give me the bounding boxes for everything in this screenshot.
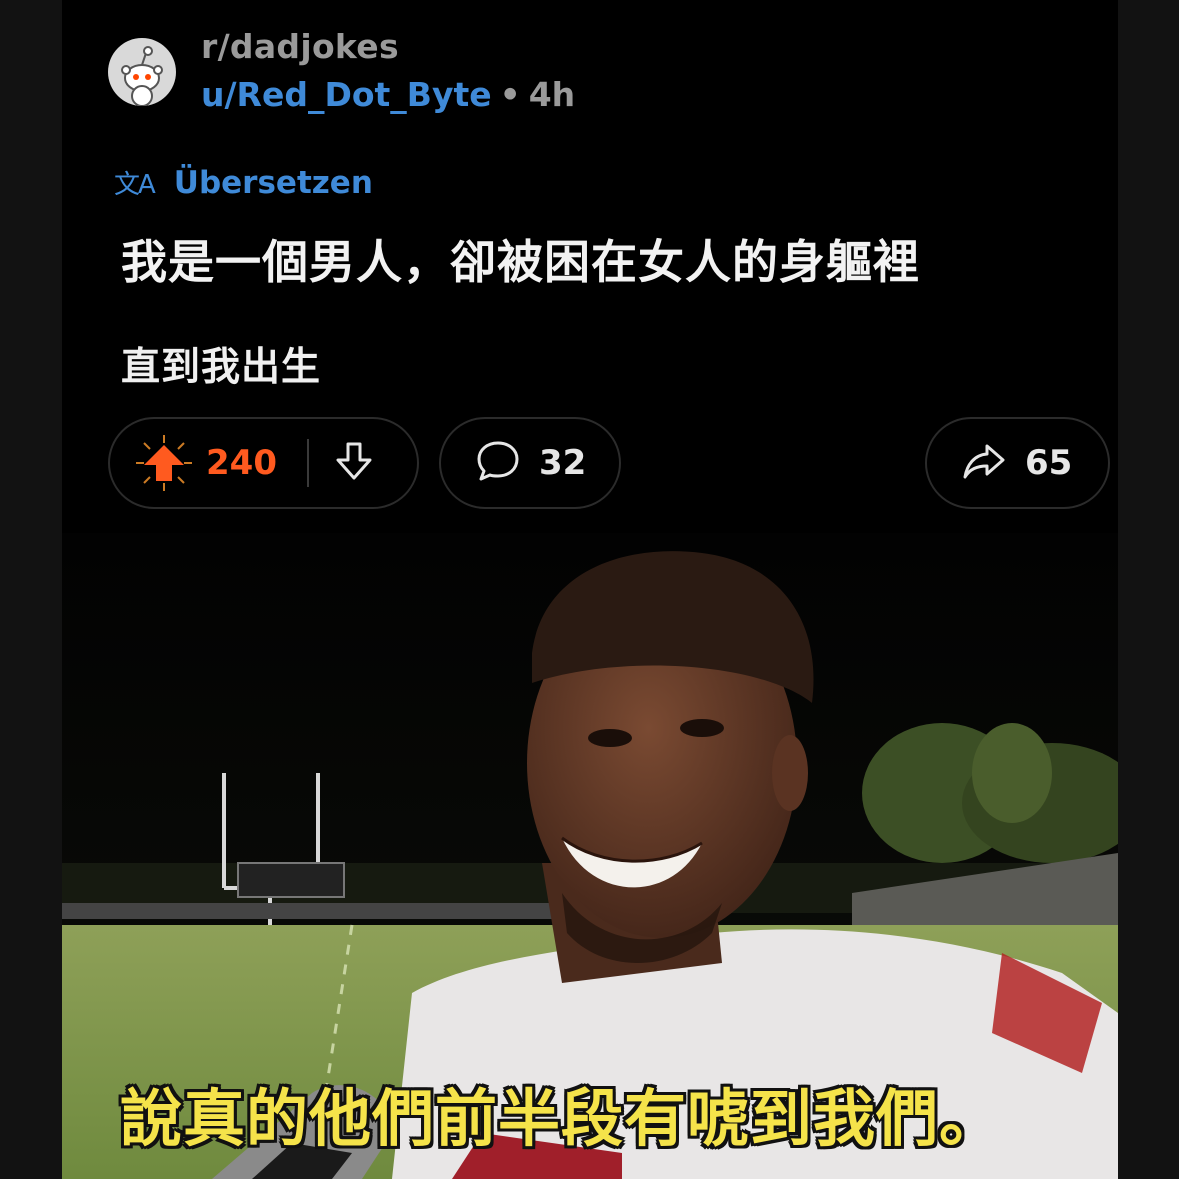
comment-count: 32 (539, 443, 587, 483)
post-body: 直到我出生 (121, 345, 322, 390)
user-avatar[interactable] (108, 38, 176, 106)
downvote-arrow-icon (336, 442, 372, 480)
post-header: r/dadjokes u/Red_Dot_Byte • 4h (108, 28, 575, 114)
post-age: 4h (528, 75, 576, 114)
translate-icon: 文A (114, 170, 156, 200)
author-link[interactable]: u/Red_Dot_Byte (201, 75, 492, 114)
snoo-avatar-icon (121, 46, 163, 106)
post-image[interactable]: 說真的他們前半段有唬到我們。 (62, 533, 1118, 1179)
upvote-arrow-icon (136, 435, 192, 491)
share-arrow-icon (963, 444, 1005, 479)
vote-bar: 240 (108, 417, 419, 509)
post-card: r/dadjokes u/Red_Dot_Byte • 4h 文A Übersetz… (62, 0, 1118, 1179)
translate-label: Übersetzen (173, 164, 373, 201)
video-subtitle: 說真的他們前半段有唬到我們。 (120, 1082, 1003, 1155)
meta-separator: • (499, 75, 521, 114)
translate-button[interactable]: 文A Übersetzen (114, 164, 373, 201)
comment-icon-wrap (475, 438, 521, 488)
share-button[interactable]: 65 (925, 417, 1110, 509)
comment-bubble-icon (477, 441, 519, 481)
share-count: 65 (1025, 443, 1073, 483)
upvote-count: 240 (206, 443, 277, 483)
upvote-button[interactable] (134, 433, 194, 493)
downvote-button[interactable] (331, 438, 377, 488)
post-meta: r/dadjokes u/Red_Dot_Byte • 4h (201, 28, 575, 114)
author-line: u/Red_Dot_Byte • 4h (201, 76, 575, 114)
share-icon-wrap (961, 438, 1007, 488)
comments-button[interactable]: 32 (439, 417, 621, 509)
post-title: 我是一個男人，卻被困在女人的身軀裡 (121, 235, 920, 289)
subreddit-link[interactable]: r/dadjokes (201, 28, 575, 66)
vote-divider (306, 439, 309, 487)
